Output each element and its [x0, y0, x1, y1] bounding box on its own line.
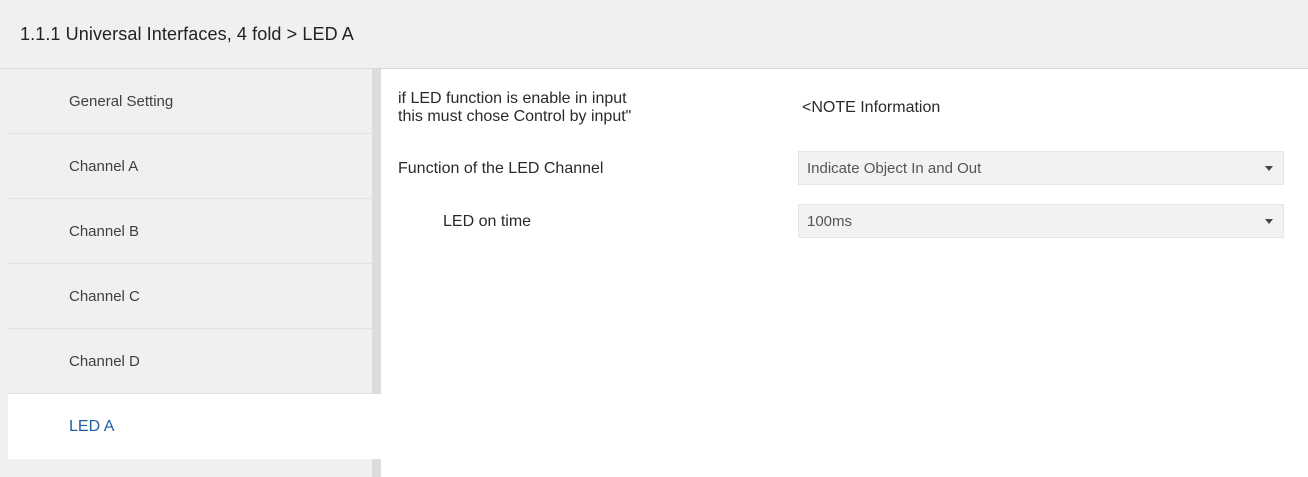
chevron-down-icon [1265, 166, 1273, 171]
on-time-dropdown-value: 100ms [807, 212, 853, 230]
title-bar: 1.1.1 Universal Interfaces, 4 fold > LED… [0, 0, 1308, 69]
sidebar-item-channel-a[interactable]: Channel A [8, 134, 372, 199]
sidebar-item-label: General Setting [69, 92, 174, 110]
note-label: if LED function is enable in input this … [398, 90, 631, 126]
sidebar-edge [0, 69, 8, 477]
function-dropdown-value: Indicate Object In and Out [807, 159, 982, 177]
parameter-panel: if LED function is enable in input this … [381, 69, 1308, 477]
sidebar-item-label: Channel B [69, 222, 140, 240]
on-time-label: LED on time [443, 213, 532, 230]
sidebar-item-label: Channel C [69, 287, 140, 305]
note-information: <NOTE Information [802, 99, 941, 116]
sidebar-scrollbar-lower[interactable] [372, 459, 381, 477]
sidebar-item-general-setting[interactable]: General Setting [8, 69, 372, 134]
chevron-down-icon [1265, 219, 1273, 224]
on-time-dropdown[interactable]: 100ms [798, 204, 1284, 238]
sidebar-item-led-a[interactable]: LED A [8, 394, 381, 459]
app-window: 1.1.1 Universal Interfaces, 4 fold > LED… [0, 0, 1308, 477]
sidebar-item-channel-c[interactable]: Channel C [8, 264, 372, 329]
function-label: Function of the LED Channel [398, 160, 604, 177]
note-label-line2: this must chose Control by input" [398, 108, 632, 125]
sidebar-item-label: LED A [69, 417, 115, 435]
note-label-line1: if LED function is enable in input [398, 90, 627, 107]
sidebar-item-channel-d[interactable]: Channel D [8, 329, 372, 394]
function-dropdown[interactable]: Indicate Object In and Out [798, 151, 1284, 185]
sidebar-scrollbar[interactable] [372, 69, 381, 394]
sidebar-item-channel-b[interactable]: Channel B [8, 199, 372, 264]
sidebar-item-label: Channel A [69, 157, 139, 175]
sidebar-item-label: Channel D [69, 352, 140, 370]
page-title: 1.1.1 Universal Interfaces, 4 fold > LED… [20, 23, 354, 44]
sidebar: General Setting Channel A Channel B Chan… [0, 69, 381, 477]
